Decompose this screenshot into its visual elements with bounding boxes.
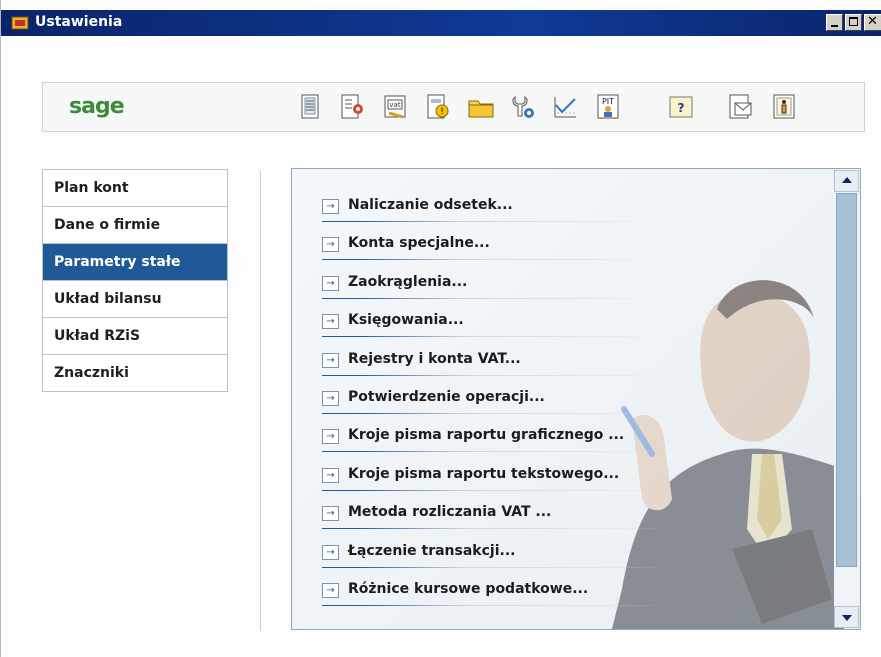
info-icon[interactable] [770, 93, 798, 121]
settings-link[interactable]: → Metoda rozliczania VAT ... [322, 503, 674, 530]
scroll-thumb[interactable] [836, 193, 857, 567]
settings-link-label: Łączenie transakcji... [348, 542, 516, 559]
settings-link[interactable]: → Zaokrąglenia... [322, 273, 674, 299]
nav-item-2[interactable]: Dane o firmie [43, 207, 227, 244]
scroll-down-button[interactable] [834, 606, 859, 628]
settings-link[interactable]: → Łączenie transakcji... [322, 542, 674, 568]
arrow-icon: → [322, 391, 339, 406]
arrow-icon: → [322, 314, 339, 330]
mail-icon[interactable] [726, 93, 754, 121]
settings-link[interactable]: → Naliczanie odsetek... [322, 196, 674, 222]
nav-item-5[interactable]: Układ RZiS [43, 318, 227, 355]
settings-link-label: Zaokrąglenia... [348, 273, 468, 290]
settings-link[interactable]: → Różnice kursowe podatkowe... [322, 580, 674, 606]
settings-link[interactable]: → Kroje pisma raportu graficznego ... [322, 426, 674, 453]
arrow-icon: → [322, 237, 339, 253]
nav-item-4[interactable]: Układ bilansu [43, 281, 227, 318]
link-underline [322, 336, 674, 338]
arrow-icon: → [322, 583, 339, 598]
link-underline [322, 528, 674, 530]
maximize-button[interactable] [845, 14, 862, 31]
settings-link-label: Potwierdzenie operacji... [348, 389, 545, 405]
warning-document-icon[interactable]: ! [424, 93, 452, 121]
settings-link-label: Księgowania... [348, 312, 464, 329]
pit-icon[interactable]: PIT [594, 93, 622, 121]
settings-link-label: Rejestry i konta VAT... [348, 350, 521, 367]
settings-link-label: Kroje pisma raportu tekstowego... [348, 465, 620, 482]
link-underline [322, 605, 674, 606]
folder-icon[interactable] [467, 93, 495, 121]
settings-nav: Plan kont Dane o firmie Parametry stałe Ukł… [42, 169, 228, 392]
settings-link[interactable]: → Potwierdzenie operacji... [322, 388, 674, 414]
settings-link-label: Naliczanie odsetek... [348, 197, 513, 213]
settings-link[interactable]: → Księgowania... [322, 311, 674, 338]
nav-item-3[interactable]: Parametry stałe [43, 244, 227, 281]
pit-icon-label: PIT [602, 97, 614, 106]
settings-link[interactable]: → Konta specjalne... [322, 234, 674, 261]
vat-icon[interactable]: vat [381, 93, 409, 121]
arrow-icon: → [322, 275, 339, 291]
nav-item-6[interactable]: Znaczniki [43, 355, 227, 392]
link-underline [322, 413, 674, 414]
link-underline [322, 489, 674, 491]
scroll-up-button[interactable] [834, 170, 859, 192]
arrow-icon: → [322, 429, 339, 445]
window-title: Ustawienia [35, 14, 123, 30]
app-icon [11, 16, 29, 30]
document-icon[interactable] [296, 93, 324, 121]
settings-link[interactable]: → Rejestry i konta VAT... [322, 350, 674, 376]
minimize-button[interactable] [826, 14, 843, 31]
chart-icon[interactable] [551, 93, 579, 121]
help-icon-label: ? [678, 101, 685, 115]
link-underline [322, 566, 674, 568]
link-underline [322, 297, 674, 299]
settings-link-label: Metoda rozliczania VAT ... [348, 504, 552, 521]
nav-item-1[interactable]: Plan kont [43, 170, 227, 207]
sage-logo: sage [69, 94, 125, 119]
link-underline [322, 221, 674, 222]
vat-icon-label: vat [389, 101, 400, 109]
settings-link-label: Kroje pisma raportu graficznego ... [348, 427, 625, 444]
title-bar[interactable]: Ustawienia [1, 10, 881, 36]
arrow-icon: → [322, 506, 339, 522]
arrow-icon: → [322, 467, 339, 483]
arrow-icon: → [322, 544, 339, 560]
arrow-icon: → [322, 199, 339, 214]
settings-window: Ustawienia sage vat ! PIT ? [0, 0, 881, 657]
svg-text:!: ! [440, 107, 444, 117]
settings-panel: → Naliczanie odsetek... → Konta specjalne..… [291, 168, 861, 630]
arrow-icon: → [322, 352, 339, 368]
link-underline [322, 451, 674, 453]
link-underline [322, 374, 674, 376]
panel-scrollbar[interactable] [834, 170, 859, 628]
vertical-divider [260, 171, 261, 631]
help-icon[interactable]: ? [667, 93, 695, 121]
settings-link-label: Różnice kursowe podatkowe... [348, 581, 589, 597]
link-underline [322, 259, 674, 261]
settings-link-label: Konta specjalne... [348, 235, 490, 252]
toolbar: sage vat ! PIT ? [42, 82, 865, 132]
settings-link[interactable]: → Kroje pisma raportu tekstowego... [322, 465, 674, 491]
close-button[interactable] [864, 14, 881, 31]
tools-icon[interactable] [509, 93, 537, 121]
document-settings-icon[interactable] [338, 93, 366, 121]
